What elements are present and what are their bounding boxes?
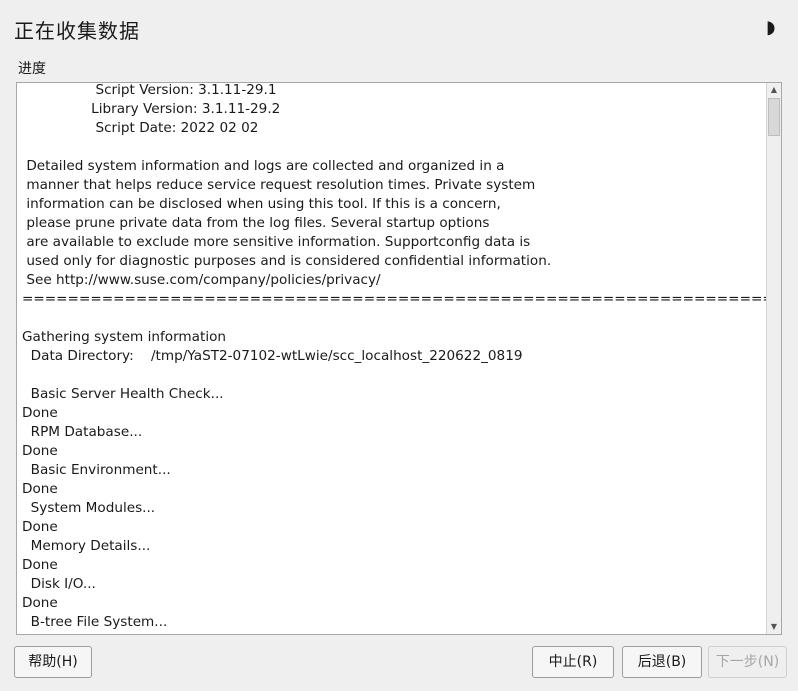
vertical-scrollbar[interactable]: ▲ ▼ (766, 83, 781, 634)
window-title: 正在收集数据 (14, 19, 140, 43)
scroll-up-arrow-icon[interactable]: ▲ (767, 83, 781, 97)
progress-label: 进度 (18, 61, 46, 77)
back-button[interactable]: 后退(B) (622, 646, 702, 678)
next-button: 下一步(N) (708, 646, 787, 678)
progress-log-text: Script Version: 3.1.11-29.1 Library Vers… (22, 82, 781, 630)
moon-icon: ◗ (766, 17, 776, 38)
abort-button[interactable]: 中止(R) (532, 646, 614, 678)
scrollbar-thumb[interactable] (768, 98, 780, 136)
progress-log-area[interactable]: Script Version: 3.1.11-29.1 Library Vers… (16, 82, 782, 635)
scroll-down-arrow-icon[interactable]: ▼ (767, 620, 781, 634)
help-button[interactable]: 帮助(H) (14, 646, 92, 678)
